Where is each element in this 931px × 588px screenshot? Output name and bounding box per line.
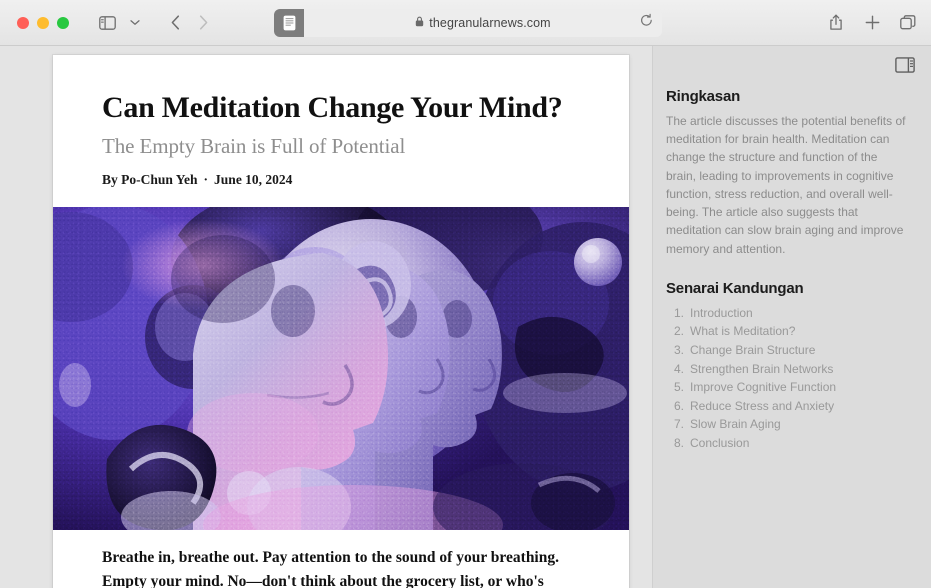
toc-label: Reduce Stress and Anxiety xyxy=(690,398,835,413)
reload-icon[interactable] xyxy=(640,13,653,33)
toc-label: Strengthen Brain Networks xyxy=(690,361,834,376)
window-controls xyxy=(17,16,69,29)
byline-date: June 10, 2024 xyxy=(214,172,293,188)
list-item[interactable]: 4. Strengthen Brain Networks xyxy=(666,360,907,379)
toc-number: 4. xyxy=(673,361,684,376)
toc-label: Change Brain Structure xyxy=(690,343,816,358)
url-hostname: thegranularnews.com xyxy=(429,16,551,30)
toolbar-actions xyxy=(825,9,919,35)
zoom-window-button[interactable] xyxy=(57,16,69,29)
browser-window: thegranularnews.com Can Meditation Chang… xyxy=(0,0,931,588)
toc-label: What is Meditation? xyxy=(690,324,796,339)
list-item[interactable]: 2. What is Meditation? xyxy=(666,322,907,341)
back-arrow-icon[interactable] xyxy=(161,10,189,36)
share-icon[interactable] xyxy=(825,9,847,35)
article-byline: By Po-Chun Yeh · June 10, 2024 xyxy=(102,172,580,188)
summary-text: The article discusses the potential bene… xyxy=(666,114,906,256)
toc-number: 7. xyxy=(673,417,684,432)
toc-label: Improve Cognitive Function xyxy=(690,380,837,395)
summary-panel-icon[interactable] xyxy=(894,56,916,74)
toc-label: Slow Brain Aging xyxy=(690,417,781,432)
sidebar-icon[interactable] xyxy=(93,10,121,36)
byline-separator: · xyxy=(203,172,209,188)
chevron-down-icon[interactable] xyxy=(121,10,149,36)
toc-number: 1. xyxy=(673,305,684,320)
toc-label: Introduction xyxy=(690,305,753,320)
toc-label: Conclusion xyxy=(690,436,750,451)
article-body: Can Meditation Change Your Mind? The Emp… xyxy=(53,55,629,588)
navigation-controls xyxy=(93,10,217,36)
url-field[interactable]: thegranularnews.com xyxy=(304,9,662,37)
toc-number: 8. xyxy=(673,436,684,451)
list-item[interactable]: 3. Change Brain Structure xyxy=(666,341,907,360)
tab-overview-icon[interactable] xyxy=(897,9,919,35)
browser-toolbar: thegranularnews.com xyxy=(0,0,931,46)
toc-number: 5. xyxy=(673,380,684,395)
hero-grain-overlay xyxy=(53,207,629,531)
list-item[interactable]: 8. Conclusion xyxy=(666,434,907,453)
summary-sidebar: Ringkasan The article discusses the pote… xyxy=(652,46,931,588)
toc-number: 2. xyxy=(673,324,684,339)
forward-arrow-icon xyxy=(189,10,217,36)
summary-heading: Ringkasan xyxy=(666,88,741,105)
article-hero-image xyxy=(53,207,629,531)
list-item[interactable]: 1. Introduction xyxy=(666,304,907,323)
list-item[interactable]: 7. Slow Brain Aging xyxy=(666,415,907,434)
reader-pane[interactable]: Can Meditation Change Your Mind? The Emp… xyxy=(0,46,652,588)
summary-sidebar-toolbar xyxy=(653,46,931,84)
toc-number: 3. xyxy=(673,343,684,358)
list-item[interactable]: 5. Improve Cognitive Function xyxy=(666,378,907,397)
article-card: Can Meditation Change Your Mind? The Emp… xyxy=(53,55,629,588)
list-item[interactable]: 6. Reduce Stress and Anxiety xyxy=(666,397,907,416)
url-text-group: thegranularnews.com xyxy=(415,16,551,30)
article-title: Can Meditation Change Your Mind? xyxy=(102,91,563,124)
byline-author: By Po-Chun Yeh xyxy=(102,172,198,188)
lock-icon xyxy=(415,16,424,30)
content-area: Can Meditation Change Your Mind? The Emp… xyxy=(0,46,931,588)
summary-content: Ringkasan The article discusses the pote… xyxy=(653,84,931,453)
address-bar[interactable]: thegranularnews.com xyxy=(274,9,662,37)
toc-number: 6. xyxy=(673,398,684,413)
article-lede: Breathe in, breathe out. Pay attention t… xyxy=(102,549,559,588)
article-subtitle: The Empty Brain is Full of Potential xyxy=(102,134,406,159)
toc-heading: Senarai Kandungan xyxy=(666,279,804,297)
reader-view-icon[interactable] xyxy=(274,9,304,37)
plus-icon[interactable] xyxy=(861,9,883,35)
close-window-button[interactable] xyxy=(17,16,29,29)
minimize-window-button[interactable] xyxy=(37,16,49,29)
table-of-contents: 1. Introduction 2. What is Meditation? 3. C… xyxy=(666,304,907,453)
